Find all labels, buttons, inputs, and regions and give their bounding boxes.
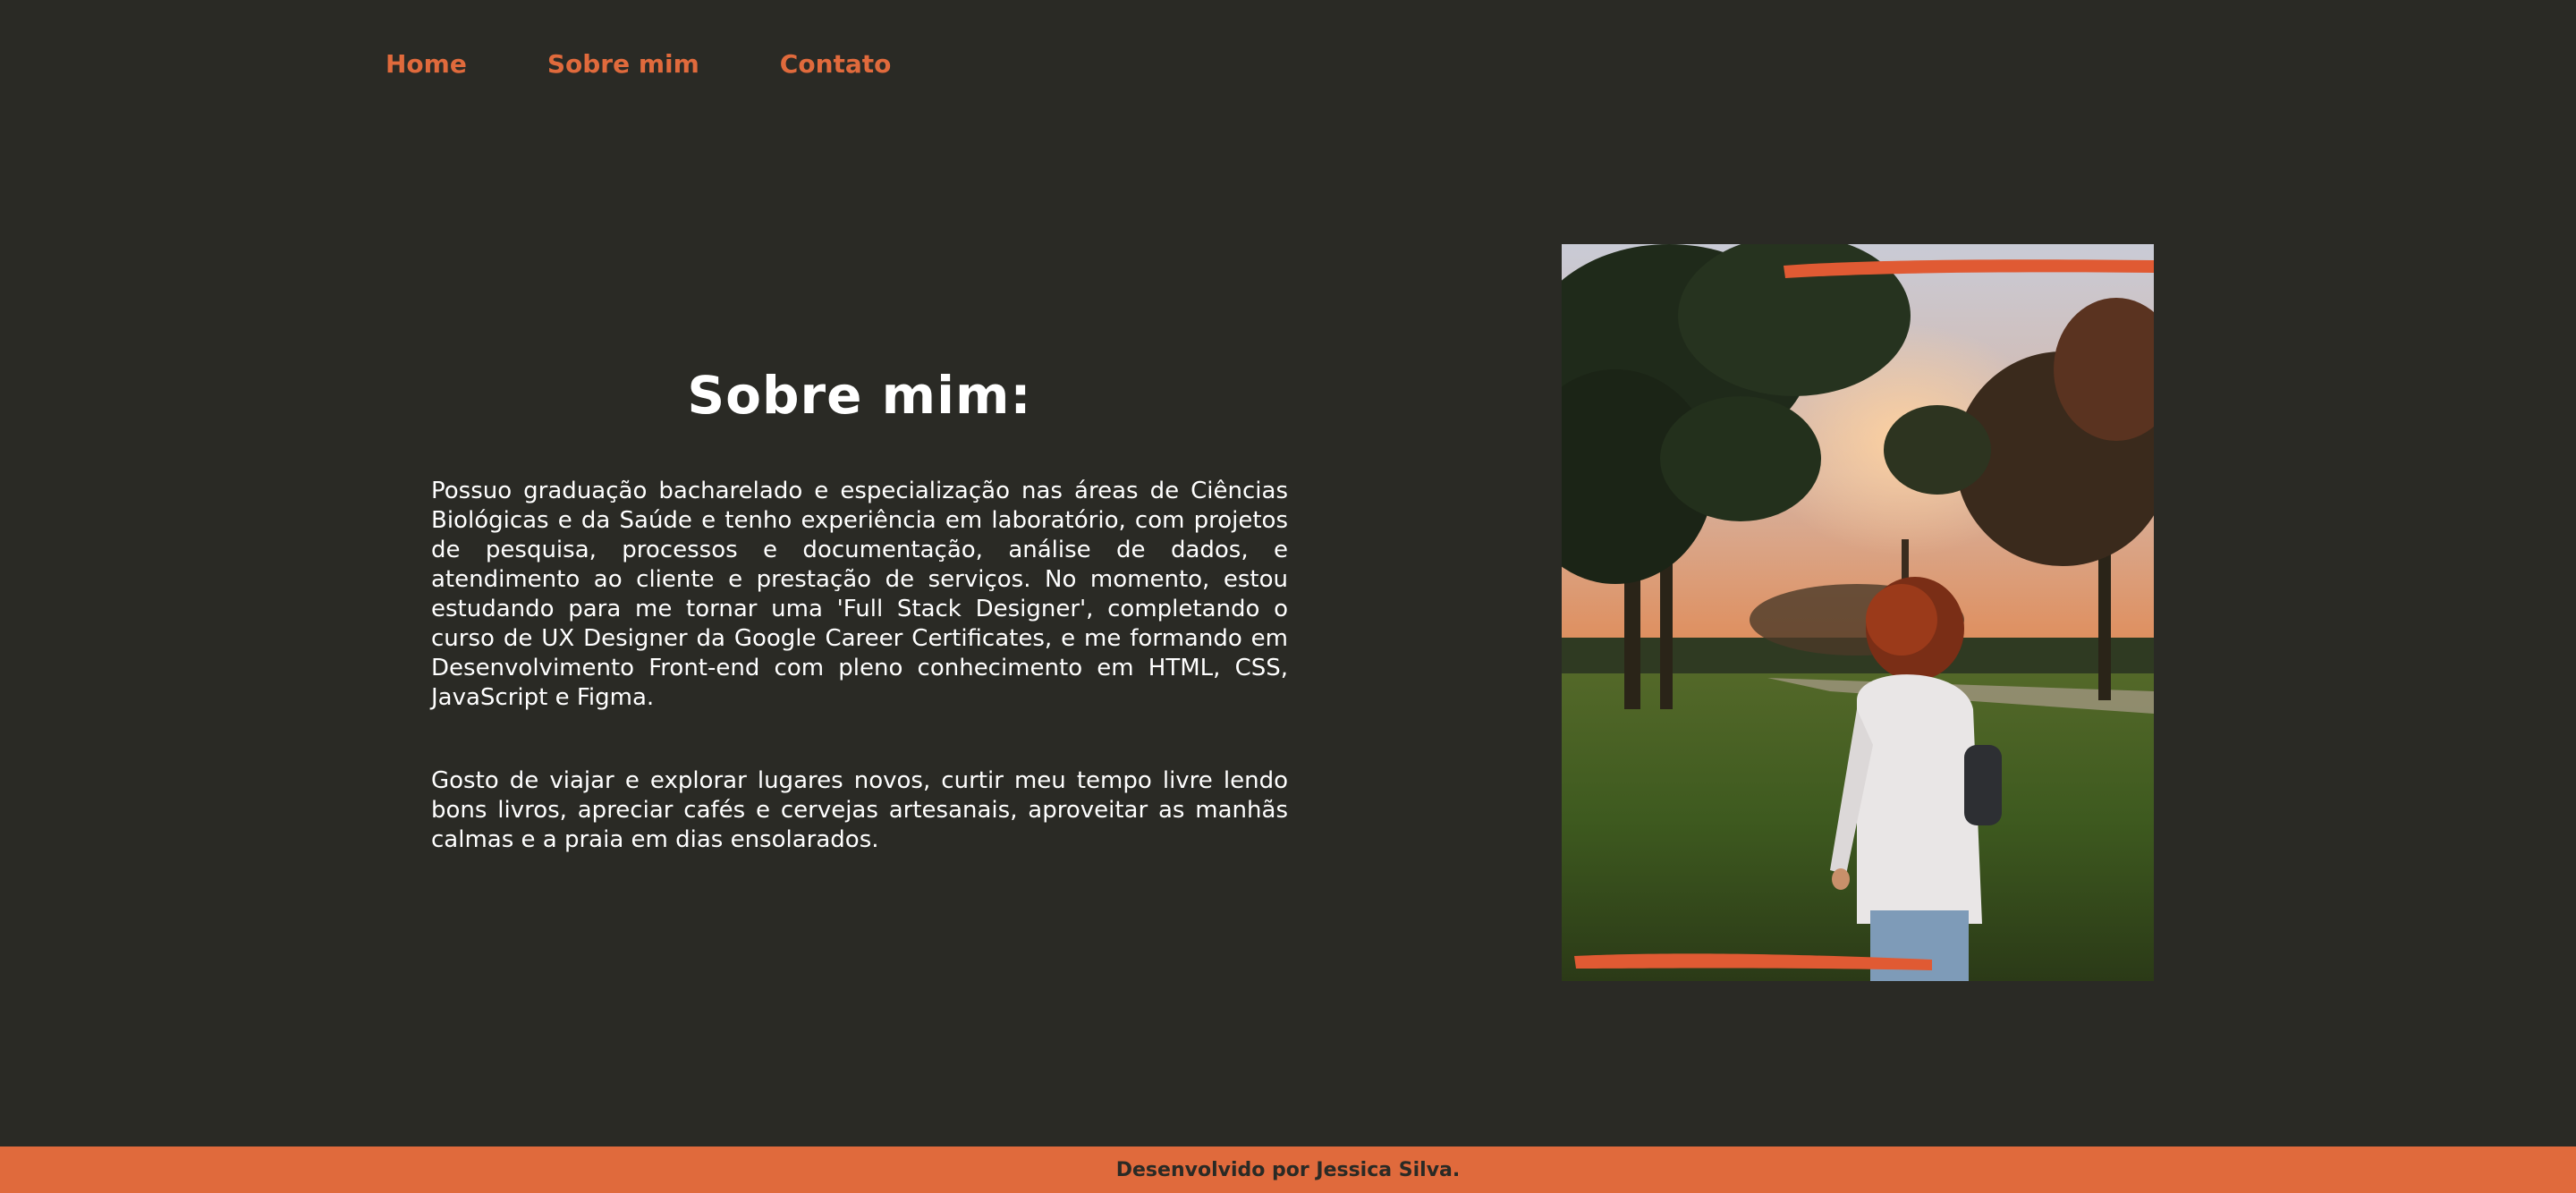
about-paragraph-hobbies: Gosto de viajar e explorar lugares novos… <box>431 767 1288 853</box>
footer-credit: Desenvolvido por Jessica Silva. <box>1115 1158 1461 1181</box>
nav-link-sobre-mim[interactable]: Sobre mim <box>547 47 699 82</box>
about-paragraph-education: Possuo graduação bacharelado e especiali… <box>431 478 1288 711</box>
profile-photo-illustration <box>1562 244 2154 981</box>
nav-link-home[interactable]: Home <box>386 47 467 82</box>
page-title: Sobre mim: <box>687 365 1032 426</box>
nav-link-contato[interactable]: Contato <box>780 47 892 82</box>
profile-photo <box>1562 244 2154 981</box>
site-footer: Desenvolvido por Jessica Silva. <box>0 1146 2576 1193</box>
main-nav: Home Sobre mim Contato <box>386 47 891 82</box>
